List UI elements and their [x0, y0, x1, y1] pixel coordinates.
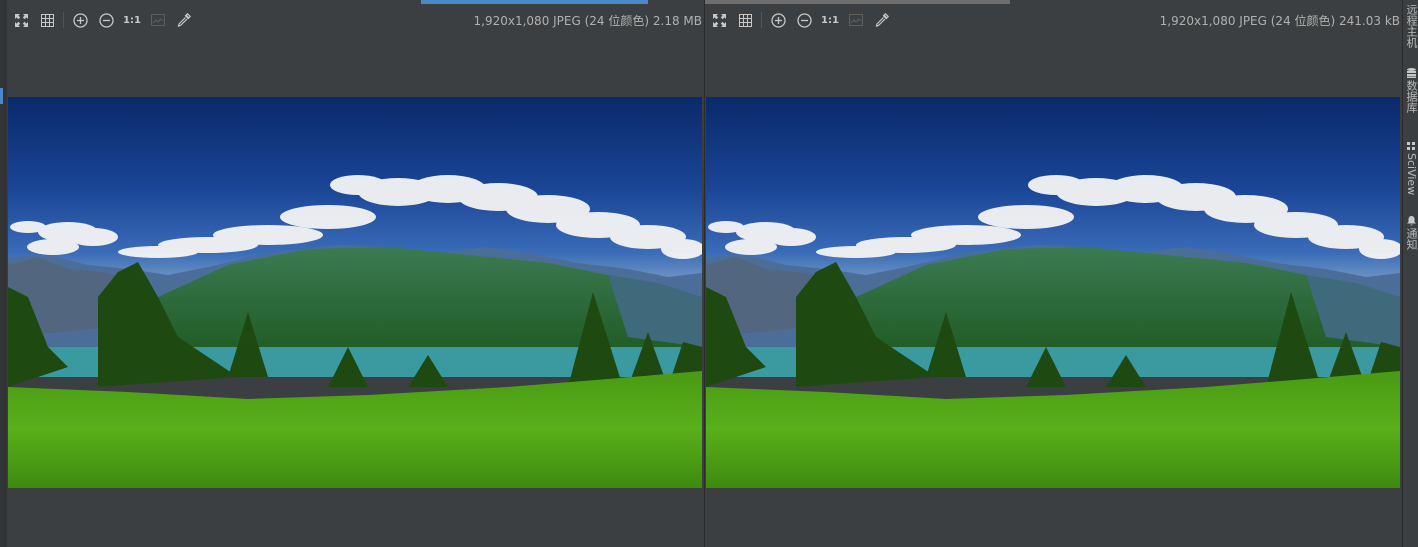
sciview-icon: [1406, 141, 1416, 151]
bell-icon: [1406, 216, 1416, 226]
zoom-out-button[interactable]: [793, 8, 815, 32]
database-icon: [1406, 68, 1416, 78]
grid-icon: [40, 13, 54, 27]
tool-window-label: 通知: [1405, 228, 1418, 250]
image-pane-right: 1:1 1,920x1,080 JPEG (24 位颜色) 241.03 kB: [705, 0, 1402, 547]
zoom-out-icon: [98, 12, 114, 28]
gutter-marker: [0, 88, 3, 104]
tool-window-label: SciView: [1405, 153, 1418, 196]
color-picker-icon: [177, 13, 191, 27]
fit-to-window-icon: [14, 13, 28, 27]
toolbar-separator: [63, 12, 64, 28]
image-info: 1,920x1,080 JPEG (24 位颜色) 2.18 MB: [473, 14, 702, 28]
zoom-out-button[interactable]: [95, 8, 117, 32]
image-preview: [8, 97, 702, 488]
fit-to-window-icon: [712, 13, 726, 27]
zoom-in-icon: [770, 12, 786, 28]
fit-to-window-button[interactable]: [10, 8, 32, 32]
zoom-out-icon: [796, 12, 812, 28]
background-icon: [151, 14, 165, 26]
tool-window-remote-host[interactable]: 远程主机: [1403, 4, 1418, 48]
tab-indicator: [705, 0, 1010, 4]
zoom-in-button[interactable]: [69, 8, 91, 32]
tool-window-sciview[interactable]: SciView: [1403, 141, 1418, 195]
color-picker-button[interactable]: [173, 8, 195, 32]
actual-size-button[interactable]: 1:1: [819, 8, 841, 32]
grid-button[interactable]: [734, 8, 756, 32]
toolbar-separator: [761, 12, 762, 28]
image-pane-left: 1:1 1,920x1,080 JPEG (24 位颜色) 2.18 MB: [7, 0, 704, 547]
grid-icon: [738, 13, 752, 27]
active-tab-indicator: [421, 0, 648, 4]
image-info: 1,920x1,080 JPEG (24 位颜色) 241.03 kB: [1159, 14, 1400, 28]
tool-window-label: 数据库: [1405, 80, 1418, 113]
actual-size-button[interactable]: 1:1: [121, 8, 143, 32]
image-preview: [706, 97, 1400, 488]
color-picker-icon: [875, 13, 889, 27]
grid-button[interactable]: [36, 8, 58, 32]
tool-window-notifications[interactable]: 通知: [1403, 216, 1418, 250]
zoom-in-button[interactable]: [767, 8, 789, 32]
tool-window-label: 远程主机: [1405, 4, 1418, 48]
color-picker-button[interactable]: [871, 8, 893, 32]
right-tool-window-bar: 远程主机 数据库 SciView 通知: [1402, 0, 1418, 547]
left-gutter: [0, 0, 7, 547]
zoom-in-icon: [72, 12, 88, 28]
tool-window-database[interactable]: 数据库: [1403, 68, 1418, 113]
background-icon: [849, 14, 863, 26]
background-button[interactable]: [147, 8, 169, 32]
background-button[interactable]: [845, 8, 867, 32]
fit-to-window-button[interactable]: [708, 8, 730, 32]
